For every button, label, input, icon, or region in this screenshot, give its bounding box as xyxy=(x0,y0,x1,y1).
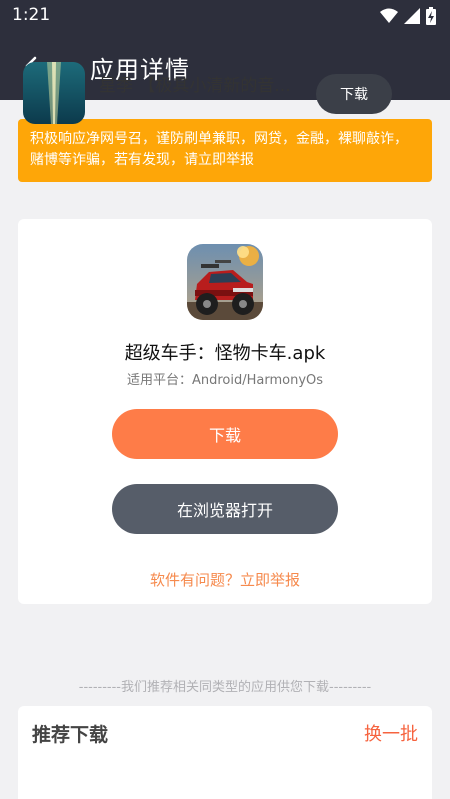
app-name: 超级车手：怪物卡车.apk xyxy=(124,343,326,364)
report-link[interactable]: 软件有问题？立即举报 xyxy=(18,569,432,590)
warning-notice: 积极响应净网号召，谨防刷单兼职，网贷，金融，裸聊敲诈，赌博等诈骗，若有发现，请立… xyxy=(18,119,432,182)
monster-truck-icon xyxy=(187,244,263,320)
recommend-card: 推荐下载 换一批 xyxy=(18,706,432,799)
recommend-item-download-button[interactable]: 下载 xyxy=(316,74,392,114)
signal-icon xyxy=(404,8,420,24)
battery-icon xyxy=(426,7,436,25)
status-icons xyxy=(380,7,436,25)
recommend-title: 推荐下载 xyxy=(32,724,109,746)
wifi-icon xyxy=(380,8,398,23)
recommend-item-name[interactable]: 星季 【极其小清新的音... xyxy=(99,71,291,96)
platform-info: 适用平台：Android/HarmonyOs xyxy=(126,373,324,388)
app-detail-card: 超级车手：怪物卡车.apk 适用平台：Android/HarmonyOs 下载 … xyxy=(18,219,432,604)
recommend-divider: ---------我们推荐相关同类型的应用供您下载--------- xyxy=(78,680,372,695)
status-bar: 1:21 xyxy=(0,0,450,32)
recommend-item-icon[interactable] xyxy=(23,62,85,124)
refresh-batch-button[interactable]: 换一批 xyxy=(364,720,418,746)
music-app-icon xyxy=(47,62,61,124)
app-icon xyxy=(187,244,263,320)
open-in-browser-button[interactable]: 在浏览器打开 xyxy=(112,484,338,534)
download-button[interactable]: 下载 xyxy=(112,409,338,459)
status-time: 1:21 xyxy=(12,5,51,25)
